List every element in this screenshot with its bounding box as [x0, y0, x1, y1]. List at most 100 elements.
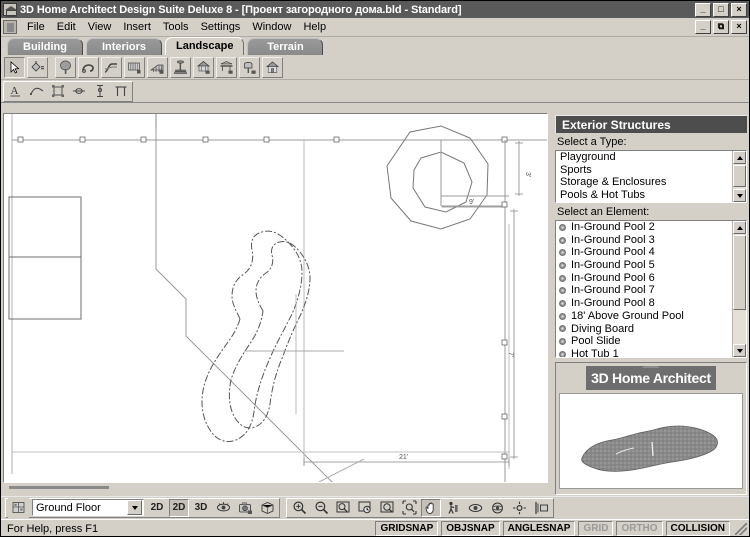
scroll-up-button[interactable] [733, 151, 746, 164]
shed-tool[interactable] [262, 56, 283, 78]
tab-building[interactable]: Building [7, 38, 83, 55]
mdi-restore-button[interactable]: ⧉ [713, 20, 729, 34]
pan-hand-icon[interactable] [421, 498, 441, 517]
status-objsnap[interactable]: OBJSNAP [441, 521, 500, 536]
scroll-down-button[interactable] [733, 189, 746, 202]
list-item[interactable]: Playground [556, 151, 732, 164]
target-icon[interactable] [509, 499, 529, 517]
close-button[interactable]: × [731, 2, 747, 17]
tab-interiors[interactable]: Interiors [86, 38, 162, 55]
zoom-previous-icon[interactable] [355, 499, 375, 517]
list-item[interactable]: 18' Above Ground Pool [556, 310, 732, 323]
mdi-minimize-button[interactable]: _ [695, 20, 711, 34]
status-grid[interactable]: GRID [578, 521, 614, 536]
canvas-horizontal-scrollbar[interactable] [3, 485, 548, 494]
orbit-icon[interactable] [487, 499, 507, 517]
menu-item-settings[interactable]: Settings [195, 19, 247, 35]
eye-view-icon[interactable] [213, 499, 233, 517]
status-collision[interactable]: COLLISION [665, 521, 730, 536]
list-item[interactable]: Pool Slide [556, 335, 732, 348]
polyline-tool[interactable] [27, 81, 46, 101]
list-item-label: In-Ground Pool 8 [571, 297, 655, 310]
scrollbar-thumb[interactable] [9, 486, 109, 489]
drawing-canvas[interactable]: 3' 9' 7' 21' [3, 113, 548, 483]
eye-height-icon[interactable] [465, 499, 485, 517]
list-item[interactable]: Pools & Hot Tubs [556, 189, 732, 202]
menu-item-edit[interactable]: Edit [51, 19, 82, 35]
garden-hose-tool[interactable] [78, 56, 99, 78]
list-item[interactable]: Diving Board [556, 323, 732, 336]
dimension-label-7ft: 7' [507, 352, 514, 357]
menu-item-window[interactable]: Window [246, 19, 297, 35]
dimension-tool[interactable] [69, 81, 88, 101]
list-item[interactable]: Hot Tub 1 [556, 348, 732, 357]
scrollbar-thumb[interactable] [733, 165, 746, 187]
menu-item-view[interactable]: View [82, 19, 118, 35]
list-item[interactable]: In-Ground Pool 7 [556, 284, 732, 297]
tab-terrain[interactable]: Terrain [247, 38, 324, 55]
mailbox-tool[interactable] [239, 56, 260, 78]
resize-grip-icon[interactable] [735, 522, 747, 535]
list-item[interactable]: Storage & Enclosures [556, 176, 732, 189]
zoom-out-icon[interactable] [311, 499, 331, 517]
path-walkway-tool[interactable] [101, 56, 122, 78]
fence-tool[interactable] [147, 56, 168, 78]
angle-dimension-tool[interactable] [111, 81, 130, 101]
tab-landscape[interactable]: Landscape [165, 37, 245, 55]
item-bullet-icon [559, 325, 566, 333]
list-item[interactable]: Sports [556, 164, 732, 177]
zoom-extents-icon[interactable] [377, 499, 397, 517]
gazebo-tool[interactable] [193, 56, 214, 78]
type-listbox-scrollbar[interactable] [732, 151, 746, 202]
list-item[interactable]: In-Ground Pool 3 [556, 234, 732, 247]
minimize-button[interactable]: _ [695, 2, 711, 17]
menu-item-file[interactable]: File [21, 19, 51, 35]
maximize-button[interactable]: □ [713, 2, 729, 17]
zoom-in-icon[interactable] [289, 499, 309, 517]
dimension-label-3ft: 3' [524, 172, 531, 177]
paint-bucket-tool[interactable] [27, 56, 48, 78]
list-item[interactable]: In-Ground Pool 8 [556, 297, 732, 310]
list-item[interactable]: In-Ground Pool 2 [556, 221, 732, 234]
list-item[interactable]: In-Ground Pool 5 [556, 259, 732, 272]
exterior-structures-tool[interactable] [170, 56, 191, 78]
item-bullet-icon [559, 261, 566, 269]
type-listbox[interactable]: Playground Sports Storage & Enclosures P… [555, 150, 747, 203]
zoom-window-icon[interactable] [333, 499, 353, 517]
vertical-dimension-tool[interactable] [90, 81, 109, 101]
scroll-down-button[interactable] [733, 344, 746, 357]
menu-item-insert[interactable]: Insert [117, 19, 157, 35]
ruler-icon[interactable] [531, 499, 551, 517]
annotation-toolbar: A [1, 80, 749, 103]
list-item[interactable]: In-Ground Pool 4 [556, 246, 732, 259]
walkthrough-icon[interactable] [443, 499, 463, 517]
plants-tree-tool[interactable] [55, 56, 76, 78]
floorplan-icon[interactable] [8, 497, 29, 518]
element-preview-image [559, 393, 743, 489]
zoom-selection-icon[interactable] [399, 499, 419, 517]
list-item[interactable]: In-Ground Pool 6 [556, 272, 732, 285]
pergola-tool[interactable] [216, 56, 237, 78]
element-listbox[interactable]: In-Ground Pool 2 In-Ground Pool 3 In-Gro… [555, 220, 747, 358]
deck-tool[interactable] [124, 56, 145, 78]
select-arrow-tool[interactable] [4, 56, 25, 78]
mdi-close-button[interactable]: × [731, 20, 747, 34]
menu-item-help[interactable]: Help [297, 19, 332, 35]
chevron-down-icon[interactable] [127, 500, 142, 515]
menu-item-tools[interactable]: Tools [157, 19, 195, 35]
scroll-up-button[interactable] [733, 221, 746, 234]
view-2d-elevation[interactable]: 2D [169, 498, 189, 517]
cube-view-icon[interactable] [257, 499, 277, 517]
document-icon[interactable] [3, 20, 17, 34]
camera-icon[interactable] [235, 499, 255, 517]
text-tool[interactable]: A [6, 81, 25, 101]
group-tool[interactable] [48, 81, 67, 101]
status-gridsnap[interactable]: GRIDSNAP [375, 521, 439, 536]
scrollbar-thumb[interactable] [733, 235, 746, 310]
view-3d[interactable]: 3D [191, 499, 211, 517]
view-2d-plan[interactable]: 2D [147, 499, 167, 517]
element-listbox-scrollbar[interactable] [732, 221, 746, 357]
status-ortho[interactable]: ORTHO [616, 521, 663, 536]
status-anglesnap[interactable]: ANGLESNAP [502, 521, 576, 536]
floor-select[interactable]: Ground Floor [32, 499, 144, 516]
